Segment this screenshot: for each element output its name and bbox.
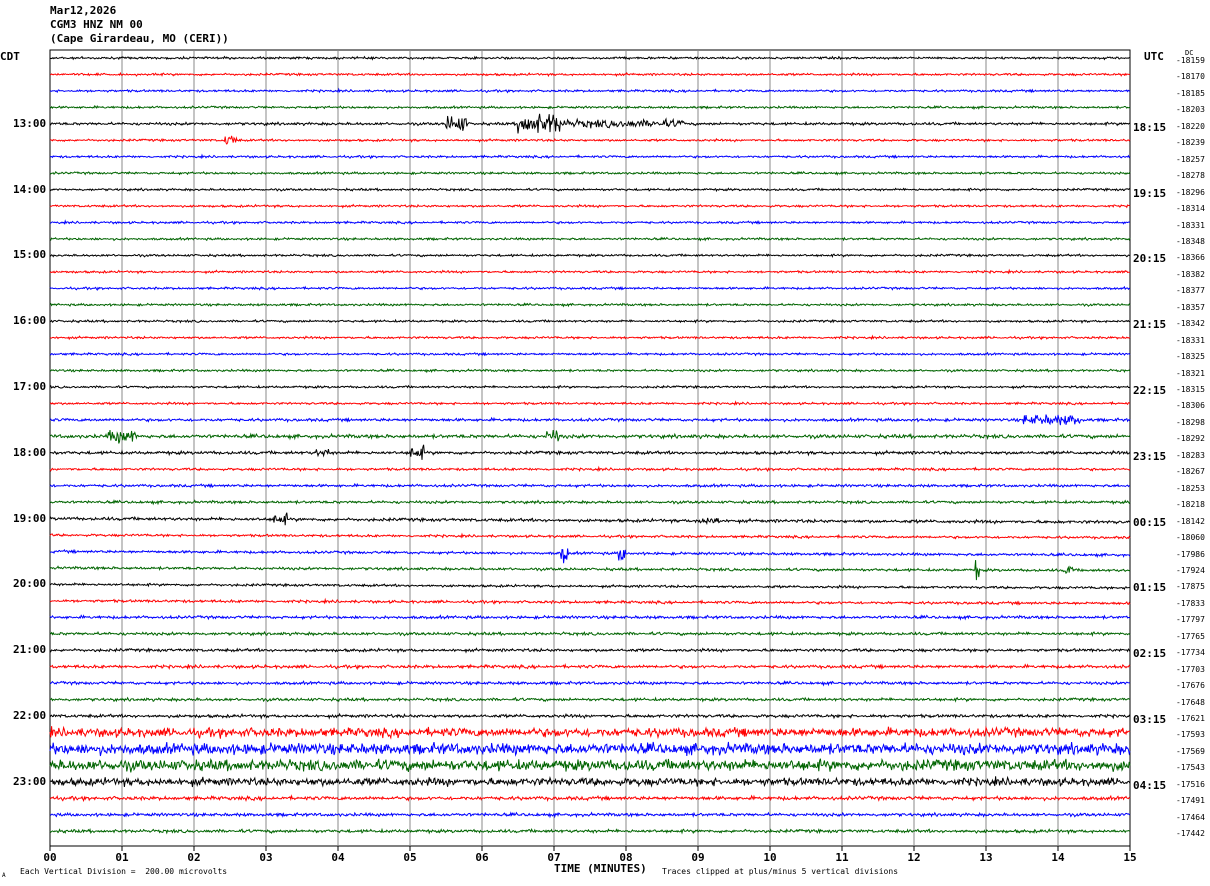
trace-row-29 [49, 532, 1131, 541]
x-tick-label-12: 12 [907, 851, 920, 864]
trace-row-22 [49, 414, 1131, 426]
clip-note: Traces clipped at plus/minus 5 vertical … [662, 867, 899, 876]
trace-row-30 [49, 548, 1131, 564]
trace-row-1 [49, 71, 1131, 78]
corner-mark: A [2, 872, 6, 879]
trace-row-15 [49, 302, 1131, 308]
trace-row-45 [49, 794, 1131, 803]
trace-row-5 [49, 135, 1131, 145]
trace-row-0 [49, 55, 1131, 61]
plot-frame [49, 49, 1131, 847]
trace-row-21 [49, 400, 1131, 407]
x-tick-label-14: 14 [1051, 851, 1065, 864]
x-tick-label-13: 13 [979, 851, 992, 864]
x-tick-label-10: 10 [763, 851, 776, 864]
trace-row-38 [49, 679, 1131, 687]
trace-row-27 [49, 499, 1131, 506]
trace-row-2 [49, 87, 1131, 94]
x-tick-label-09: 09 [691, 851, 704, 864]
trace-row-16 [49, 318, 1131, 324]
trace-row-34 [49, 614, 1131, 621]
trace-row-13 [49, 268, 1131, 275]
trace-row-18 [49, 351, 1131, 357]
scale-note: Each Vertical Division = 200.00 microvol… [20, 867, 228, 876]
trace-row-39 [50, 696, 1131, 703]
helicorder-plot: 00 01 02 03 04 05 06 07 08 09 10 11 12 13 14 15 [43, 49, 1137, 864]
trace-row-10 [49, 219, 1131, 226]
trace-row-32 [49, 582, 1131, 591]
trace-row-20 [49, 384, 1131, 390]
x-tick-label-01: 01 [115, 851, 129, 864]
x-tick-label-05: 05 [403, 851, 416, 864]
x-tick-label-11: 11 [835, 851, 849, 864]
trace-row-4 [49, 113, 1131, 134]
trace-row-40 [49, 712, 1131, 720]
trace-row-46 [49, 811, 1131, 819]
trace-row-14 [49, 285, 1131, 291]
x-tick-label-04: 04 [331, 851, 345, 864]
trace-row-37 [49, 663, 1131, 671]
x-tick-label-06: 06 [475, 851, 489, 864]
trace-row-47 [49, 827, 1131, 835]
trace-row-33 [49, 597, 1131, 606]
trace-row-25 [49, 465, 1131, 473]
x-axis-title: TIME (MINUTES) [554, 862, 647, 875]
x-tick-label-15: 15 [1123, 851, 1136, 864]
trace-row-24 [49, 444, 1131, 460]
trace-row-8 [49, 187, 1131, 193]
x-tick-label-00: 00 [43, 851, 56, 864]
x-tick-label-03: 03 [259, 851, 272, 864]
trace-row-28 [49, 512, 1131, 526]
x-tick-label-02: 02 [187, 851, 200, 864]
trace-row-35 [49, 630, 1131, 637]
trace-row-12 [49, 252, 1131, 258]
trace-row-11 [49, 236, 1131, 242]
trace-row-44 [49, 775, 1131, 788]
trace-row-9 [49, 203, 1131, 209]
trace-row-42 [49, 741, 1131, 757]
trace-row-26 [49, 482, 1131, 489]
trace-row-17 [49, 334, 1131, 341]
trace-row-23 [49, 430, 1131, 444]
trace-row-36 [49, 647, 1131, 654]
trace-row-41 [49, 725, 1131, 740]
trace-row-19 [49, 368, 1131, 374]
trace-row-6 [49, 153, 1131, 160]
trace-row-7 [49, 170, 1131, 176]
trace-row-3 [49, 104, 1131, 111]
trace-row-43 [49, 757, 1131, 773]
trace-row-31 [49, 560, 1131, 581]
